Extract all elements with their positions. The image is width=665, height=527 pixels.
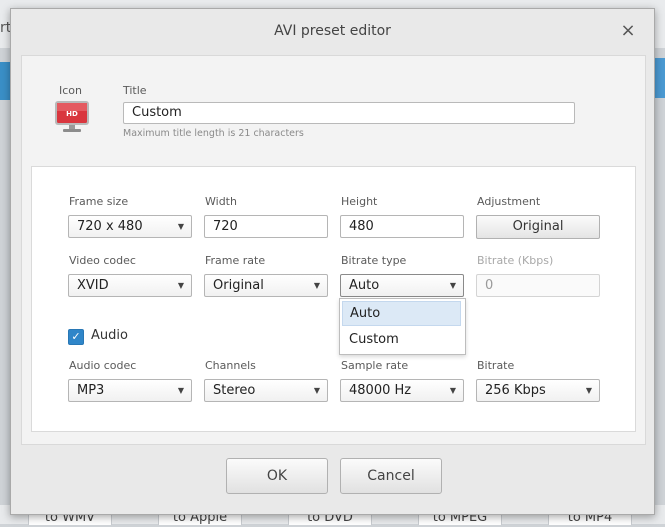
frame-rate-label: Frame rate — [205, 254, 266, 267]
adjustment-label: Adjustment — [477, 195, 541, 208]
dialog-title: AVI preset editor — [274, 23, 391, 39]
avi-preset-editor-dialog: AVI preset editor × Icon HD Title Custom… — [10, 8, 655, 515]
video-codec-dropdown[interactable]: XVID ▼ — [68, 274, 192, 297]
adjustment-button[interactable]: Original — [476, 215, 600, 239]
dialog-content: Icon HD Title Custom Maximum title lengt… — [21, 55, 646, 445]
audio-codec-label: Audio codec — [69, 359, 137, 372]
close-button[interactable]: × — [618, 21, 638, 41]
height-label: Height — [341, 195, 378, 208]
chevron-down-icon: ▼ — [177, 281, 184, 290]
audio-codec-value: MP3 — [77, 383, 105, 398]
menu-item-auto[interactable]: Auto — [342, 301, 461, 326]
channels-value: Stereo — [213, 383, 256, 398]
audio-checkbox-label[interactable]: Audio — [91, 328, 128, 343]
cancel-button[interactable]: Cancel — [340, 458, 442, 494]
ok-button[interactable]: OK — [226, 458, 328, 494]
frame-rate-value: Original — [213, 278, 264, 293]
bitrate-kbps-input[interactable]: 0 — [476, 274, 600, 297]
frame-rate-dropdown[interactable]: Original ▼ — [204, 274, 328, 297]
chevron-down-icon: ▼ — [449, 386, 456, 395]
audio-bitrate-value: 256 Kbps — [485, 383, 546, 398]
frame-size-dropdown[interactable]: 720 x 480 ▼ — [68, 215, 192, 238]
chevron-down-icon: ▼ — [585, 386, 592, 395]
settings-panel: Frame size 720 x 480 ▼ Width 720 Height … — [31, 166, 636, 432]
title-hint: Maximum title length is 21 characters — [123, 128, 304, 139]
sample-rate-dropdown[interactable]: 48000 Hz ▼ — [340, 379, 464, 402]
audio-bitrate-label: Bitrate — [477, 359, 515, 372]
bitrate-type-menu: Auto Custom — [339, 298, 466, 355]
chevron-down-icon: ▼ — [177, 222, 184, 231]
title-label: Title — [123, 84, 147, 97]
chevron-down-icon: ▼ — [177, 386, 184, 395]
icon-label: Icon — [59, 84, 82, 97]
video-codec-label: Video codec — [69, 254, 136, 267]
dialog-titlebar: AVI preset editor × — [11, 9, 654, 55]
menu-item-custom[interactable]: Custom — [342, 327, 461, 352]
sample-rate-label: Sample rate — [341, 359, 409, 372]
chevron-down-icon: ▼ — [313, 386, 320, 395]
hd-badge-text: HD — [66, 110, 78, 118]
bitrate-kbps-label: Bitrate (Kbps) — [477, 254, 554, 267]
hd-monitor-icon[interactable]: HD — [54, 100, 90, 134]
chevron-down-icon: ▼ — [449, 281, 456, 290]
bitrate-type-value: Auto — [349, 278, 380, 293]
channels-dropdown[interactable]: Stereo ▼ — [204, 379, 328, 402]
frame-size-label: Frame size — [69, 195, 129, 208]
width-label: Width — [205, 195, 237, 208]
audio-bitrate-dropdown[interactable]: 256 Kbps ▼ — [476, 379, 600, 402]
chevron-down-icon: ▼ — [313, 281, 320, 290]
bitrate-type-dropdown[interactable]: Auto ▼ — [340, 274, 464, 297]
title-input[interactable]: Custom — [123, 102, 575, 124]
audio-checkbox[interactable]: ✓ — [68, 329, 84, 345]
frame-size-value: 720 x 480 — [77, 219, 143, 234]
height-input[interactable]: 480 — [340, 215, 464, 238]
width-input[interactable]: 720 — [204, 215, 328, 238]
audio-codec-dropdown[interactable]: MP3 ▼ — [68, 379, 192, 402]
channels-label: Channels — [205, 359, 256, 372]
sample-rate-value: 48000 Hz — [349, 383, 412, 398]
bitrate-type-label: Bitrate type — [341, 254, 407, 267]
video-codec-value: XVID — [77, 278, 109, 293]
